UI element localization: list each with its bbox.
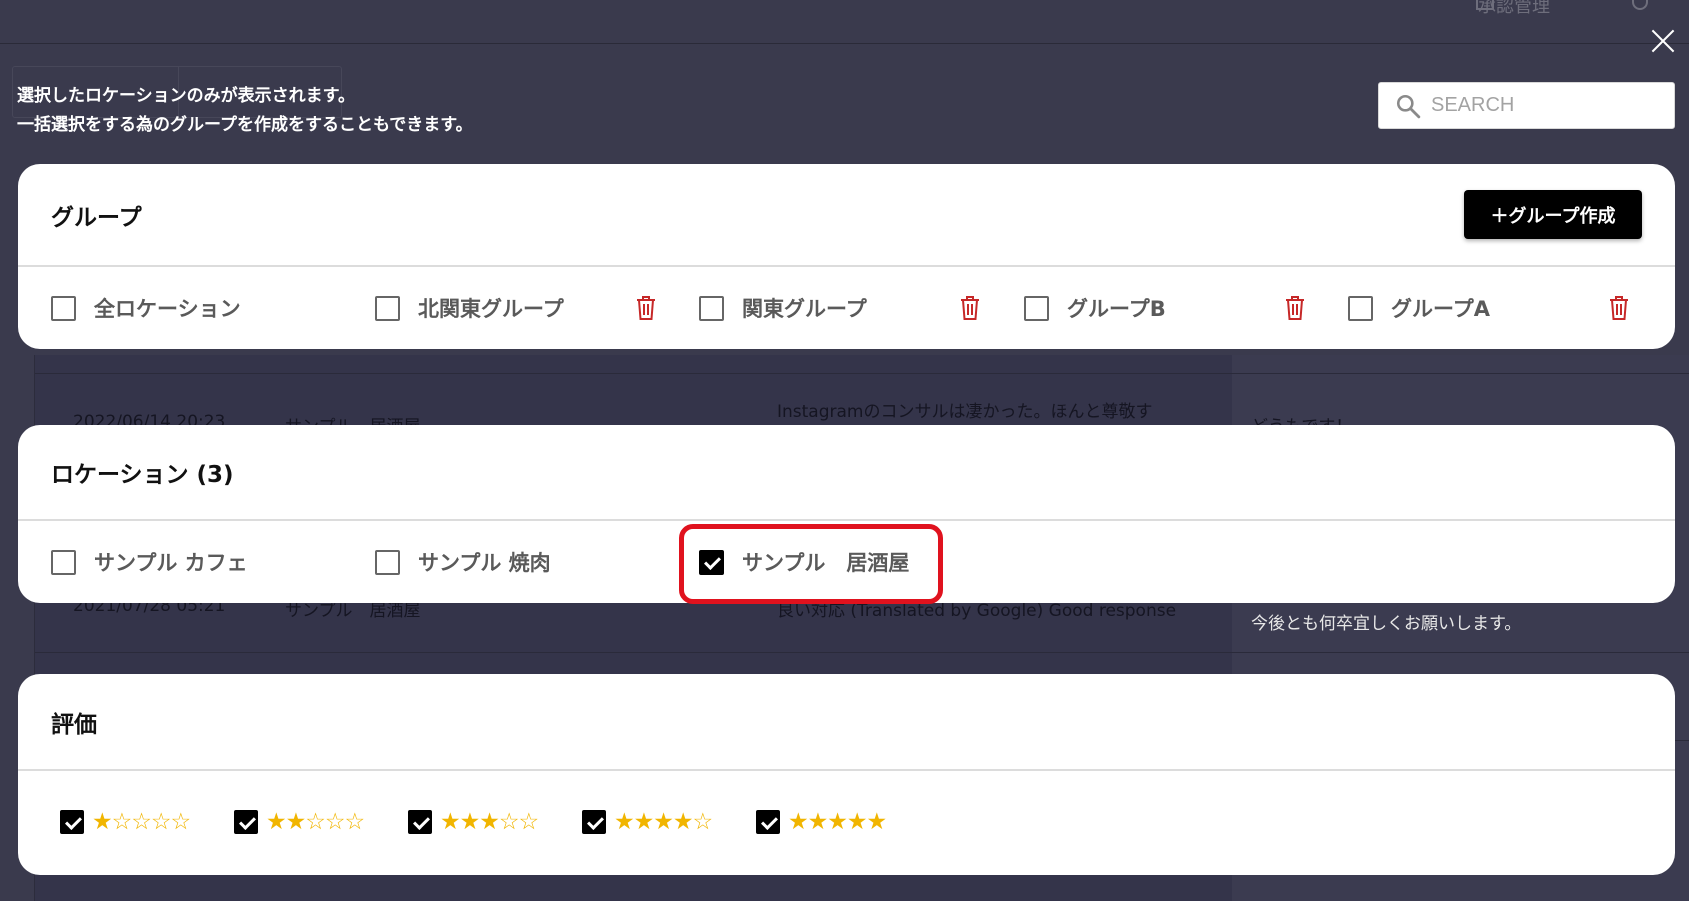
bell-icon: [1632, 0, 1648, 10]
location-panel-header: ロケーション (3): [18, 425, 1675, 521]
delete-group-trash-icon[interactable]: [1608, 295, 1630, 321]
background-row-reply: 今後とも何卒宜しくお願いします。: [1251, 614, 1522, 634]
group-option-north-kanto[interactable]: 北関東グループ: [375, 267, 564, 349]
star-rating-icon: ★★☆☆☆: [266, 809, 365, 835]
instructions-line-1: 選択したロケーションのみが表示されます。: [17, 86, 355, 106]
rating-options: ★☆☆☆☆ ★★☆☆☆ ★★★☆☆ ★★★★☆ ★★★★★: [18, 771, 1675, 873]
location-option-yakiniku[interactable]: サンプル 焼肉: [375, 521, 551, 603]
star-rating-icon: ★★★★★: [788, 809, 887, 835]
checkbox-checked[interactable]: [582, 810, 606, 834]
checkbox-checked[interactable]: [234, 810, 258, 834]
location-option-label: サンプル 居酒屋: [742, 551, 910, 575]
group-option-label: 関東グループ: [742, 297, 867, 321]
group-option-label: グループB: [1067, 297, 1166, 321]
location-option-label: サンプル カフェ: [94, 551, 248, 575]
background-topbar: 承認管理: [0, 0, 1689, 44]
group-options: 全ロケーション 北関東グループ 関東グループ グループB グループA: [18, 267, 1675, 349]
group-panel-header: グループ ＋グループ作成: [18, 164, 1675, 267]
delete-group-trash-icon[interactable]: [959, 295, 981, 321]
checkbox[interactable]: [375, 549, 400, 575]
search-input[interactable]: [1431, 94, 1661, 117]
group-panel: グループ ＋グループ作成 全ロケーション 北関東グループ 関東グループ グループ…: [18, 164, 1675, 349]
checkbox-checked[interactable]: [756, 810, 780, 834]
checkbox-checked[interactable]: [699, 549, 724, 575]
group-option-all[interactable]: 全ロケーション: [51, 267, 241, 349]
create-group-button[interactable]: ＋グループ作成: [1464, 190, 1642, 239]
group-option-group-b[interactable]: グループB: [1024, 267, 1166, 349]
close-icon[interactable]: [1646, 24, 1680, 58]
rating-panel: 評価 ★☆☆☆☆ ★★☆☆☆ ★★★☆☆ ★★★★☆ ★★★★★: [18, 674, 1675, 875]
background-row-review: Instagramのコンサルは凄かった。ほんと尊敬す: [777, 402, 1153, 422]
search-icon: [1396, 94, 1421, 118]
rating-option-2[interactable]: ★★☆☆☆: [234, 809, 365, 835]
star-rating-icon: ★★★★☆: [614, 809, 713, 835]
checkbox[interactable]: [51, 295, 76, 321]
rating-option-5[interactable]: ★★★★★: [756, 809, 887, 835]
rating-option-3[interactable]: ★★★☆☆: [408, 809, 539, 835]
rating-panel-title: 評価: [51, 711, 97, 738]
location-panel: ロケーション (3) サンプル カフェ サンプル 焼肉 サンプル 居酒屋: [18, 425, 1675, 603]
delete-group-trash-icon[interactable]: [1284, 295, 1306, 321]
filter-instructions: 選択したロケーションのみが表示されます。 一括選択をする為のグループを作成をする…: [17, 82, 473, 140]
star-rating-icon: ★★★☆☆: [440, 809, 539, 835]
group-panel-title: グループ: [51, 204, 142, 231]
location-option-cafe[interactable]: サンプル カフェ: [51, 521, 248, 603]
group-option-kanto[interactable]: 関東グループ: [699, 267, 867, 349]
location-option-label: サンプル 焼肉: [418, 551, 551, 575]
checkbox[interactable]: [699, 295, 724, 321]
checkbox[interactable]: [1024, 295, 1049, 321]
location-panel-title: ロケーション (3): [51, 462, 234, 488]
checkbox[interactable]: [375, 295, 400, 321]
group-option-group-a[interactable]: グループA: [1348, 267, 1490, 349]
rating-option-4[interactable]: ★★★★☆: [582, 809, 713, 835]
search-box[interactable]: [1378, 82, 1675, 129]
location-option-izakaya[interactable]: サンプル 居酒屋: [699, 521, 909, 603]
checkbox[interactable]: [51, 549, 76, 575]
delete-group-trash-icon[interactable]: [635, 295, 657, 321]
checkbox-checked[interactable]: [60, 810, 84, 834]
approval-menu-label: 承認管理: [1478, 0, 1550, 17]
star-rating-icon: ★☆☆☆☆: [92, 809, 191, 835]
location-options: サンプル カフェ サンプル 焼肉 サンプル 居酒屋: [18, 521, 1675, 603]
rating-option-1[interactable]: ★☆☆☆☆: [60, 809, 191, 835]
rating-panel-header: 評価: [18, 674, 1675, 771]
group-option-label: 北関東グループ: [418, 297, 564, 321]
checkbox[interactable]: [1348, 295, 1373, 321]
group-option-label: 全ロケーション: [94, 297, 241, 321]
group-option-label: グループA: [1391, 297, 1490, 321]
instructions-line-2: 一括選択をする為のグループを作成をすることもできます。: [17, 115, 473, 135]
checkbox-checked[interactable]: [408, 810, 432, 834]
